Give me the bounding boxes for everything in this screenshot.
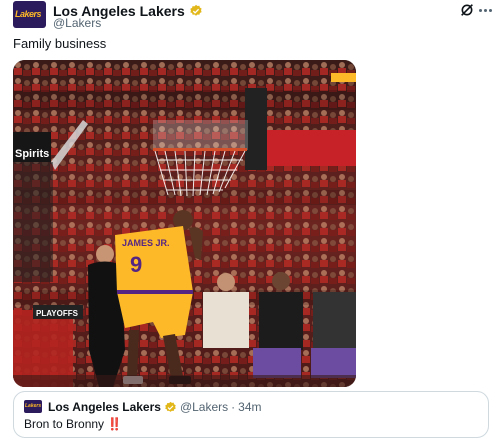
basketball-rim — [153, 148, 247, 151]
jersey-name-text: JAMES JR. — [122, 238, 170, 248]
quoted-text-body: Bron to Bronny — [24, 417, 105, 431]
tweet-media-photo[interactable]: Spirits JAMES JR. 9 PLAYOFFS — [13, 60, 356, 387]
player-jersey — [115, 226, 193, 292]
quoted-author-handle[interactable]: @Lakers — [180, 400, 228, 414]
more-dots-icon[interactable] — [479, 9, 493, 13]
author-handle[interactable]: @Lakers — [53, 16, 101, 30]
quoted-author-name[interactable]: Los Angeles Lakers — [48, 400, 161, 414]
playoffs-text: PLAYOFFS — [36, 309, 79, 318]
quoted-timestamp[interactable]: 34m — [238, 400, 261, 414]
tweet-text: Family business — [13, 36, 107, 51]
double-exclamation-emoji: ‼️ — [107, 417, 123, 431]
grok-icon[interactable] — [459, 2, 475, 18]
basketball-scene-image: Spirits JAMES JR. 9 PLAYOFFS — [13, 60, 356, 387]
quoted-tweet[interactable]: Lakers Los Angeles Lakers @Lakers · 34m … — [13, 391, 489, 438]
backboard-support — [245, 88, 267, 170]
jersey-number-text: 9 — [130, 252, 142, 277]
quoted-avatar-logo-text: Lakers — [25, 403, 42, 409]
author-avatar[interactable]: Lakers — [13, 1, 46, 28]
quoted-tweet-text: Bron to Bronny ‼️ — [24, 417, 122, 431]
arena-sign-text: Spirits — [15, 148, 49, 160]
verified-badge-icon — [190, 4, 202, 16]
quoted-author-avatar[interactable]: Lakers — [24, 400, 42, 413]
avatar-logo-text: Lakers — [15, 9, 42, 19]
tweet-header: Lakers Los Angeles Lakers @Lakers — [13, 0, 493, 30]
quoted-header: Los Angeles Lakers @Lakers · 34m — [48, 400, 261, 414]
verified-badge-icon — [165, 401, 176, 412]
quoted-separator: · — [231, 400, 236, 414]
